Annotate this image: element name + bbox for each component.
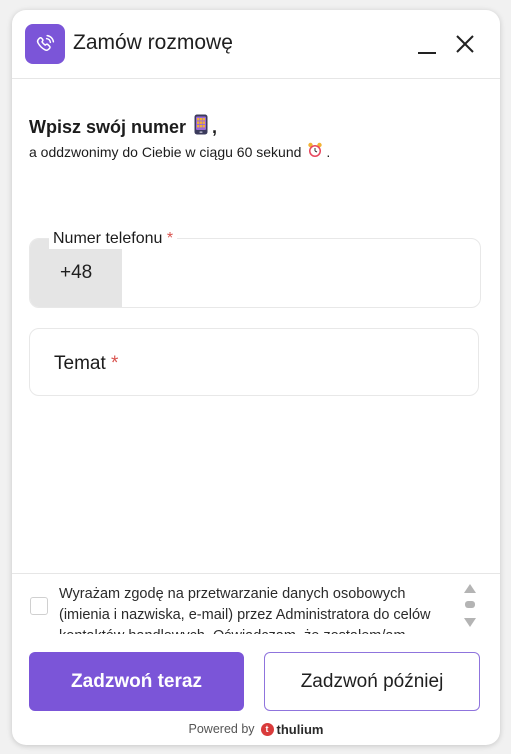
phone-ringing-icon: [25, 24, 65, 64]
scroll-down-arrow-icon[interactable]: [464, 618, 476, 627]
phone-input[interactable]: [122, 239, 480, 307]
topic-label-text: Temat: [54, 353, 106, 374]
brand-name: thulium: [276, 721, 324, 737]
phone-label: Numer telefonu *: [49, 229, 178, 249]
topic-field[interactable]: Temat *: [29, 328, 479, 396]
callback-widget: Zamów rozmowę Wpisz swój numer , a oddzw…: [12, 10, 500, 745]
consent-text: Wyrażam zgodę na przetwarzanie danych os…: [59, 586, 431, 634]
intro-heading-text: Wpisz swój numer: [29, 116, 187, 137]
intro-heading: Wpisz swój numer ,: [29, 114, 217, 140]
call-later-button[interactable]: Zadzwoń później: [264, 652, 480, 711]
widget-title: Zamów rozmowę: [73, 31, 233, 54]
scroll-up-arrow-icon[interactable]: [464, 584, 476, 593]
powered-by-text: Powered by: [188, 722, 255, 736]
scroll-thumb[interactable]: [465, 601, 475, 608]
required-mark: *: [166, 230, 174, 247]
powered-by: Powered by t thulium: [12, 720, 500, 738]
close-icon[interactable]: [450, 30, 480, 60]
intro-heading-suffix: ,: [212, 116, 218, 137]
phone-prefix[interactable]: +48: [30, 239, 122, 307]
mobile-phone-icon: [194, 114, 208, 140]
intro-subtext-text: a oddzwonimy do Ciebie w ciągu 60 sekund: [29, 143, 302, 160]
consent-scrollbar[interactable]: [464, 584, 478, 632]
alarm-clock-icon: [307, 142, 323, 161]
intro-subtext: a oddzwonimy do Ciebie w ciągu 60 sekund…: [29, 142, 330, 161]
minimize-icon[interactable]: [412, 30, 442, 60]
topic-label: Temat *: [54, 353, 118, 375]
phone-label-text: Numer telefonu: [53, 230, 163, 247]
call-now-button[interactable]: Zadzwoń teraz: [29, 652, 244, 711]
intro-subtext-suffix: .: [326, 143, 331, 160]
required-mark: *: [111, 353, 119, 374]
widget-header: Zamów rozmowę: [12, 10, 500, 79]
consent-checkbox[interactable]: [30, 597, 48, 615]
consent-divider: [12, 573, 500, 574]
thulium-logo-icon: t: [260, 722, 274, 736]
